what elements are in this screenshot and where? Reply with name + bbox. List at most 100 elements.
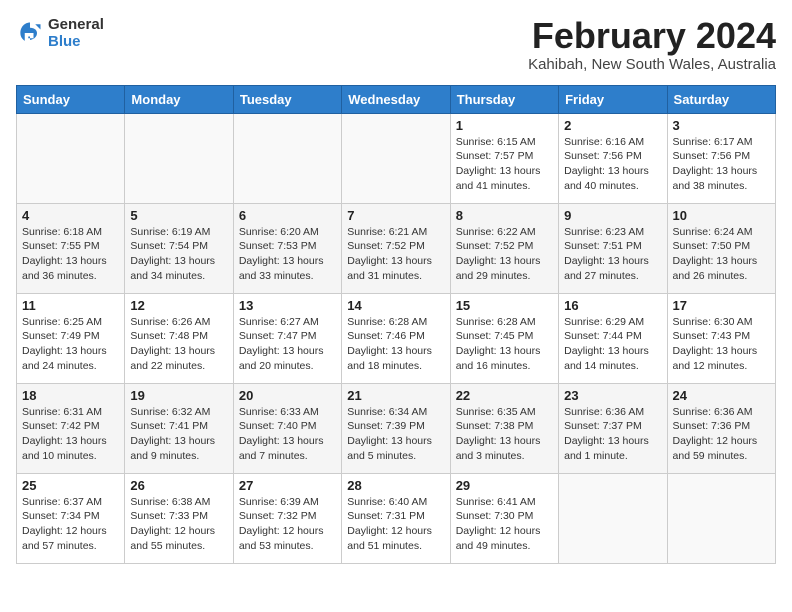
calendar-cell: 18Sunrise: 6:31 AMSunset: 7:42 PMDayligh… — [17, 383, 125, 473]
day-number: 5 — [130, 208, 227, 223]
day-number: 4 — [22, 208, 119, 223]
day-info: Sunrise: 6:16 AMSunset: 7:56 PMDaylight:… — [564, 135, 661, 194]
calendar-cell: 6Sunrise: 6:20 AMSunset: 7:53 PMDaylight… — [233, 203, 341, 293]
calendar-cell — [17, 113, 125, 203]
day-info: Sunrise: 6:19 AMSunset: 7:54 PMDaylight:… — [130, 225, 227, 284]
day-number: 14 — [347, 298, 444, 313]
day-number: 1 — [456, 118, 553, 133]
day-number: 15 — [456, 298, 553, 313]
calendar-cell: 22 Sunrise: 6:35 AMSunset: 7:38 PMDayligh… — [450, 383, 558, 473]
day-info: Sunrise: 6:33 AMSunset: 7:40 PMDaylight:… — [239, 405, 336, 464]
day-number: 7 — [347, 208, 444, 223]
day-number: 2 — [564, 118, 661, 133]
calendar-cell: 28 Sunrise: 6:40 AMSunset: 7:31 PMDayligh… — [342, 473, 450, 563]
calendar-cell: 17 Sunrise: 6:30 AMSunset: 7:43 PMDayligh… — [667, 293, 775, 383]
weekday-header-friday: Friday — [559, 85, 667, 113]
day-info: Sunrise: 6:15 AMSunset: 7:57 PMDaylight:… — [456, 135, 553, 194]
logo-icon — [16, 19, 44, 47]
day-info: Sunrise: 6:37 AMSunset: 7:34 PMDaylight:… — [22, 495, 119, 554]
logo-blue: Blue — [48, 33, 104, 50]
day-number: 24 — [673, 388, 770, 403]
day-info: Sunrise: 6:36 AMSunset: 7:37 PMDaylight:… — [564, 405, 661, 464]
day-info: Sunrise: 6:40 AMSunset: 7:31 PMDaylight:… — [347, 495, 444, 554]
day-number: 3 — [673, 118, 770, 133]
weekday-header-row: SundayMondayTuesdayWednesdayThursdayFrid… — [17, 85, 776, 113]
day-info: Sunrise: 6:32 AMSunset: 7:41 PMDaylight:… — [130, 405, 227, 464]
weekday-header-monday: Monday — [125, 85, 233, 113]
day-number: 29 — [456, 478, 553, 493]
week-row-3: 11 Sunrise: 6:25 AMSunset: 7:49 PMDayligh… — [17, 293, 776, 383]
calendar-cell — [233, 113, 341, 203]
calendar-cell: 27 Sunrise: 6:39 AMSunset: 7:32 PMDayligh… — [233, 473, 341, 563]
calendar-cell: 29 Sunrise: 6:41 AMSunset: 7:30 PMDayligh… — [450, 473, 558, 563]
day-info: Sunrise: 6:31 AMSunset: 7:42 PMDaylight:… — [22, 405, 119, 464]
day-number: 9 — [564, 208, 661, 223]
calendar-cell: 24 Sunrise: 6:36 AMSunset: 7:36 PMDayligh… — [667, 383, 775, 473]
calendar-cell: 7 Sunrise: 6:21 AMSunset: 7:52 PMDaylight… — [342, 203, 450, 293]
day-number: 10 — [673, 208, 770, 223]
calendar-cell: 2 Sunrise: 6:16 AMSunset: 7:56 PMDaylight… — [559, 113, 667, 203]
weekday-header-tuesday: Tuesday — [233, 85, 341, 113]
day-number: 26 — [130, 478, 227, 493]
day-number: 13 — [239, 298, 336, 313]
day-number: 27 — [239, 478, 336, 493]
day-info: Sunrise: 6:36 AMSunset: 7:36 PMDaylight:… — [673, 405, 770, 464]
calendar-cell: 9 Sunrise: 6:23 AMSunset: 7:51 PMDaylight… — [559, 203, 667, 293]
week-row-1: 1 Sunrise: 6:15 AMSunset: 7:57 PMDaylight… — [17, 113, 776, 203]
calendar-cell: 4 Sunrise: 6:18 AMSunset: 7:55 PMDaylight… — [17, 203, 125, 293]
calendar-cell — [125, 113, 233, 203]
day-info: Sunrise: 6:35 AMSunset: 7:38 PMDaylight:… — [456, 405, 553, 464]
logo: General Blue — [16, 16, 104, 50]
day-number: 22 — [456, 388, 553, 403]
day-info: Sunrise: 6:24 AMSunset: 7:50 PMDaylight:… — [673, 225, 770, 284]
day-info: Sunrise: 6:25 AMSunset: 7:49 PMDaylight:… — [22, 315, 119, 374]
day-number: 21 — [347, 388, 444, 403]
day-info: Sunrise: 6:26 AMSunset: 7:48 PMDaylight:… — [130, 315, 227, 374]
day-info: Sunrise: 6:27 AMSunset: 7:47 PMDaylight:… — [239, 315, 336, 374]
day-number: 19 — [130, 388, 227, 403]
day-number: 23 — [564, 388, 661, 403]
weekday-header-thursday: Thursday — [450, 85, 558, 113]
calendar-cell: 15 Sunrise: 6:28 AMSunset: 7:45 PMDayligh… — [450, 293, 558, 383]
title-block: February 2024 Kahibah, New South Wales, … — [528, 16, 776, 73]
calendar-cell: 26 Sunrise: 6:38 AMSunset: 7:33 PMDayligh… — [125, 473, 233, 563]
calendar-table: SundayMondayTuesdayWednesdayThursdayFrid… — [16, 85, 776, 564]
week-row-2: 4 Sunrise: 6:18 AMSunset: 7:55 PMDaylight… — [17, 203, 776, 293]
calendar-cell: 21Sunrise: 6:34 AMSunset: 7:39 PMDayligh… — [342, 383, 450, 473]
logo-general: General — [48, 16, 104, 33]
calendar-cell: 1 Sunrise: 6:15 AMSunset: 7:57 PMDaylight… — [450, 113, 558, 203]
month-year: February 2024 — [528, 16, 776, 56]
day-info: Sunrise: 6:22 AMSunset: 7:52 PMDaylight:… — [456, 225, 553, 284]
day-info: Sunrise: 6:41 AMSunset: 7:30 PMDaylight:… — [456, 495, 553, 554]
logo-text: General Blue — [48, 16, 104, 50]
day-number: 17 — [673, 298, 770, 313]
day-info: Sunrise: 6:18 AMSunset: 7:55 PMDaylight:… — [22, 225, 119, 284]
calendar-cell — [559, 473, 667, 563]
calendar-cell: 3 Sunrise: 6:17 AMSunset: 7:56 PMDaylight… — [667, 113, 775, 203]
day-number: 28 — [347, 478, 444, 493]
weekday-header-sunday: Sunday — [17, 85, 125, 113]
location: Kahibah, New South Wales, Australia — [528, 56, 776, 73]
day-info: Sunrise: 6:29 AMSunset: 7:44 PMDaylight:… — [564, 315, 661, 374]
day-number: 12 — [130, 298, 227, 313]
calendar-cell — [667, 473, 775, 563]
calendar-cell — [342, 113, 450, 203]
calendar-cell: 13 Sunrise: 6:27 AMSunset: 7:47 PMDayligh… — [233, 293, 341, 383]
day-info: Sunrise: 6:23 AMSunset: 7:51 PMDaylight:… — [564, 225, 661, 284]
day-number: 20 — [239, 388, 336, 403]
day-info: Sunrise: 6:21 AMSunset: 7:52 PMDaylight:… — [347, 225, 444, 284]
calendar-cell: 20 Sunrise: 6:33 AMSunset: 7:40 PMDayligh… — [233, 383, 341, 473]
day-number: 6 — [239, 208, 336, 223]
day-number: 11 — [22, 298, 119, 313]
day-info: Sunrise: 6:30 AMSunset: 7:43 PMDaylight:… — [673, 315, 770, 374]
day-number: 16 — [564, 298, 661, 313]
calendar-cell: 16 Sunrise: 6:29 AMSunset: 7:44 PMDayligh… — [559, 293, 667, 383]
day-info: Sunrise: 6:39 AMSunset: 7:32 PMDaylight:… — [239, 495, 336, 554]
day-info: Sunrise: 6:28 AMSunset: 7:45 PMDaylight:… — [456, 315, 553, 374]
week-row-5: 25 Sunrise: 6:37 AMSunset: 7:34 PMDayligh… — [17, 473, 776, 563]
weekday-header-wednesday: Wednesday — [342, 85, 450, 113]
day-number: 25 — [22, 478, 119, 493]
day-info: Sunrise: 6:17 AMSunset: 7:56 PMDaylight:… — [673, 135, 770, 194]
day-info: Sunrise: 6:38 AMSunset: 7:33 PMDaylight:… — [130, 495, 227, 554]
calendar-cell: 5 Sunrise: 6:19 AMSunset: 7:54 PMDaylight… — [125, 203, 233, 293]
